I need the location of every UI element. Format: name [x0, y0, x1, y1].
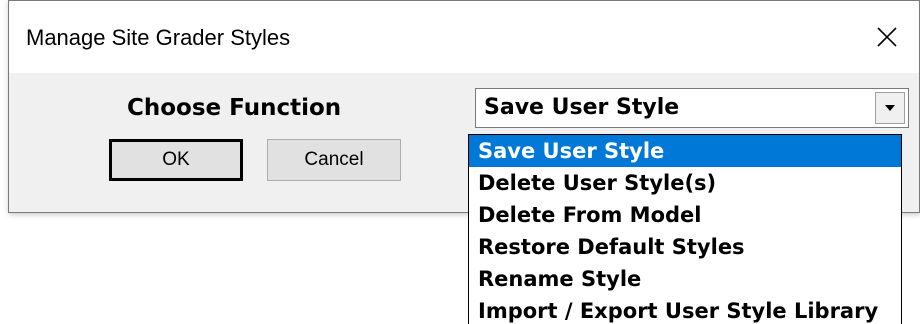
cancel-button[interactable]: Cancel	[267, 139, 401, 181]
close-button[interactable]	[867, 17, 907, 57]
choose-function-label: Choose Function	[127, 95, 342, 121]
dropdown-option[interactable]: Restore Default Styles	[469, 231, 901, 263]
dropdown-option[interactable]: Save User Style	[469, 135, 901, 167]
screen: Manage Site Grader Styles Choose Functio…	[0, 0, 920, 324]
title-bar: Manage Site Grader Styles	[9, 1, 919, 73]
close-icon	[877, 27, 897, 47]
function-dropdown-list: Save User Style Delete User Style(s) Delet…	[468, 134, 902, 324]
dropdown-option[interactable]: Import / Export User Style Library	[469, 295, 901, 324]
ok-button[interactable]: OK	[109, 139, 243, 181]
triangle-down-icon	[885, 105, 895, 111]
dropdown-option[interactable]: Rename Style	[469, 263, 901, 295]
dropdown-option[interactable]: Delete From Model	[469, 199, 901, 231]
dropdown-option[interactable]: Delete User Style(s)	[469, 167, 901, 199]
combobox-value: Save User Style	[484, 95, 680, 120]
window-title: Manage Site Grader Styles	[26, 25, 291, 50]
dropdown-arrow-button[interactable]	[875, 92, 905, 124]
function-combobox[interactable]: Save User Style	[475, 88, 909, 128]
